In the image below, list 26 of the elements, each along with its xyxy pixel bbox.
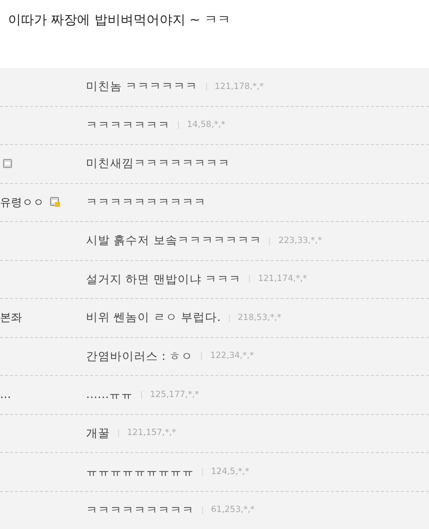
ip-address: 218,53,*,* (238, 312, 282, 323)
comment-text: 시발 흙수저 보솤ㅋㅋㅋㅋㅋㅋㅋ (86, 233, 262, 248)
comment-text: ㅋㅋㅋㅋㅋㅋㅋㅋㅋㅋ (86, 194, 206, 210)
ip-address: 121,174,*,* (258, 274, 308, 284)
ip-address: 223,33,*,* (278, 236, 322, 246)
post-text: 이따가 짜장에 밥비벼먹어야지 ~ ㅋㅋ (8, 13, 230, 28)
nickname[interactable]: 유령ㅇㅇ (0, 194, 44, 210)
comment-text: 미친놈 ㅋㅋㅋㅋㅋㅋ (86, 79, 198, 94)
ip-address: 14,58,*,* (187, 120, 226, 130)
nickname[interactable]: 본좌 (0, 310, 22, 326)
comment-text: ㅋㅋㅋㅋㅋㅋㅋ (86, 118, 170, 133)
nickname[interactable]: … (0, 388, 11, 402)
ip-address: 122,34,*,* (210, 351, 254, 362)
ip-address: 125,177,*,* (150, 390, 200, 400)
ip-address: 121,157,*,* (127, 428, 176, 438)
ip-address: 61,253,*,* (211, 505, 255, 516)
comment-text: 간염바이러스 : ㅎㅇ (86, 348, 194, 364)
comment-text: 비위 쎈놈이 ㄹㅇ 부럽다. (86, 310, 221, 326)
comment-text: 설거지 하면 맨밥이냐 ㅋㅋㅋ (86, 272, 241, 287)
comment-text: ㅠㅠㅠㅠㅠㅠㅠㅠㅠ (86, 464, 194, 480)
comment-text: ㅋㅋㅋㅋㅋㅋㅋㅋㅋ (86, 502, 194, 518)
comment-text: 개꿀 (86, 426, 110, 441)
comment-text: ……ㅠㅠ (86, 387, 133, 402)
ip-address: 121,178,*,* (214, 82, 264, 92)
ip-address: 124,5,*,* (211, 466, 250, 477)
comment-text: 미친새낌ㅋㅋㅋㅋㅋㅋㅋㅋ (86, 156, 230, 172)
